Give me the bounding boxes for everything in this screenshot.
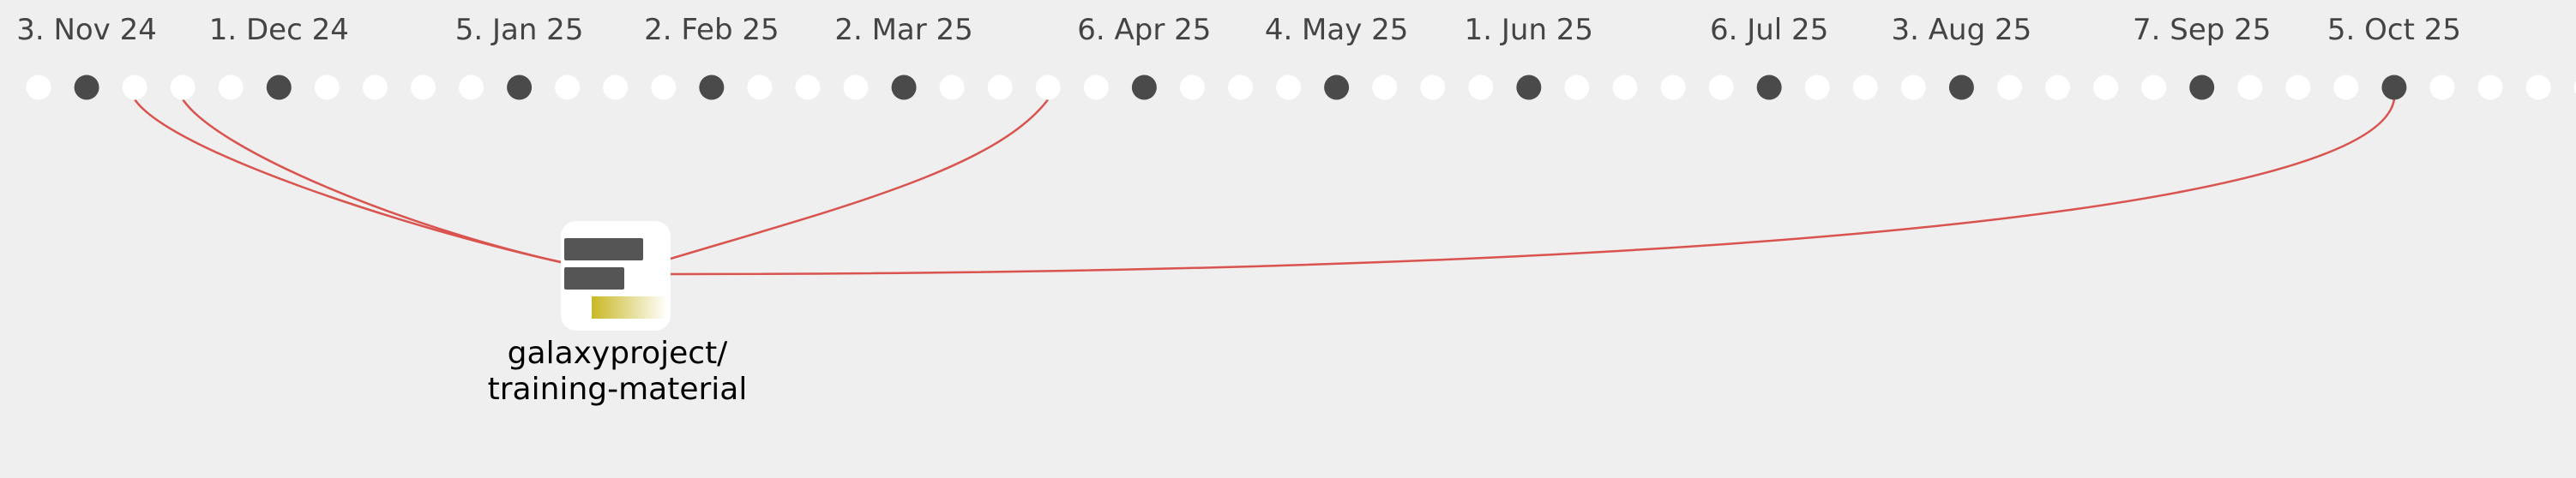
timeline-dot[interactable] [2333,75,2359,100]
timeline-dot[interactable] [1660,75,1686,100]
date-labels: 3. Nov 24 1. Dec 24 5. Jan 25 2. Feb 25 2. M… [16,13,2461,47]
timeline-dot-highlighted[interactable] [1324,75,1350,100]
timeline-dot[interactable] [1564,75,1590,100]
link-line-49 [670,99,2396,276]
timeline-dot-highlighted[interactable] [1948,75,1974,100]
timeline-dot-highlighted[interactable] [2381,75,2407,100]
timeline-dot[interactable] [122,75,147,100]
timeline-dot[interactable] [795,75,821,100]
timeline-dot-highlighted[interactable] [1756,75,1782,100]
timeline-dot[interactable] [2285,75,2311,100]
timeline-dot-highlighted[interactable] [1516,75,1542,100]
date-label: 2. Mar 25 [834,13,972,47]
timeline-dot[interactable] [2093,75,2119,100]
timeline-dot[interactable] [747,75,773,100]
timeline-dot-highlighted[interactable] [1131,75,1157,100]
date-label: 1. Dec 24 [209,13,349,47]
timeline-dot[interactable] [1420,75,1446,100]
timeline-dot[interactable] [1228,75,1253,100]
timeline-dot[interactable] [2429,75,2455,100]
timeline-dot[interactable] [1372,75,1398,100]
timeline-dot[interactable] [1900,75,1926,100]
repository-owner: galaxyproject/ [507,336,728,371]
timeline-dot[interactable] [2237,75,2263,100]
timeline-dot[interactable] [1804,75,1830,100]
timeline-dot-highlighted[interactable] [699,75,725,100]
contribution-timeline-diagram: 3. Nov 24 1. Dec 24 5. Jan 25 2. Feb 25 2. M… [16,13,2576,331]
timeline-dot-highlighted[interactable] [266,75,292,100]
timeline-dot[interactable] [2141,75,2167,100]
timeline-dot[interactable] [170,75,196,100]
timeline-dot[interactable] [1996,75,2022,100]
timeline-dot-highlighted[interactable] [2189,75,2215,100]
timeline-dot[interactable] [555,75,581,100]
timeline-dot[interactable] [2477,75,2503,100]
date-label: 5. Oct 25 [2327,13,2461,47]
repository-project: training-material [487,372,748,407]
timeline-dot[interactable] [987,75,1013,100]
link-line-21 [670,99,1050,260]
date-label: 7. Sep 25 [2133,13,2271,47]
timeline-dot[interactable] [1035,75,1061,100]
timeline-dot[interactable] [2525,75,2551,100]
timeline-dot[interactable] [603,75,629,100]
date-label: 6. Apr 25 [1077,13,1211,47]
date-label: 5. Jan 25 [455,13,584,47]
timeline-dot[interactable] [410,75,436,100]
timeline-dot[interactable] [459,75,485,100]
timeline-dot[interactable] [362,75,388,100]
timeline-dot[interactable] [218,75,244,100]
timeline-dot[interactable] [314,75,340,100]
timeline-dot[interactable] [26,75,51,100]
timeline-dot[interactable] [1468,75,1494,100]
timeline-dot[interactable] [1179,75,1205,100]
date-label: 2. Feb 25 [644,13,779,47]
date-label: 6. Jul 25 [1710,13,1828,47]
timeline-dot[interactable] [843,75,869,100]
link-line-2 [134,99,562,264]
timeline-dot[interactable] [1852,75,1878,100]
timeline-dot[interactable] [939,75,965,100]
repository-name[interactable]: galaxyproject/ training-material [446,336,789,408]
timeline-dots [26,75,2576,100]
repository-node[interactable] [561,221,671,331]
timeline-dot-highlighted[interactable] [74,75,99,100]
timeline-dot-highlighted[interactable] [507,75,533,100]
timeline-dot[interactable] [1708,75,1734,100]
timeline-dot[interactable] [2045,75,2071,100]
timeline-dot-highlighted[interactable] [891,75,917,100]
date-label: 1. Jun 25 [1465,13,1593,47]
date-label: 4. May 25 [1265,13,1409,47]
link-line-3 [182,99,562,264]
timeline-dot[interactable] [1612,75,1638,100]
link-lines [134,99,2396,276]
timeline-dot[interactable] [651,75,677,100]
date-label: 3. Aug 25 [1892,13,2032,47]
timeline-dot[interactable] [1083,75,1109,100]
timeline-dot[interactable] [1276,75,1302,100]
date-label: 3. Nov 24 [16,13,157,47]
